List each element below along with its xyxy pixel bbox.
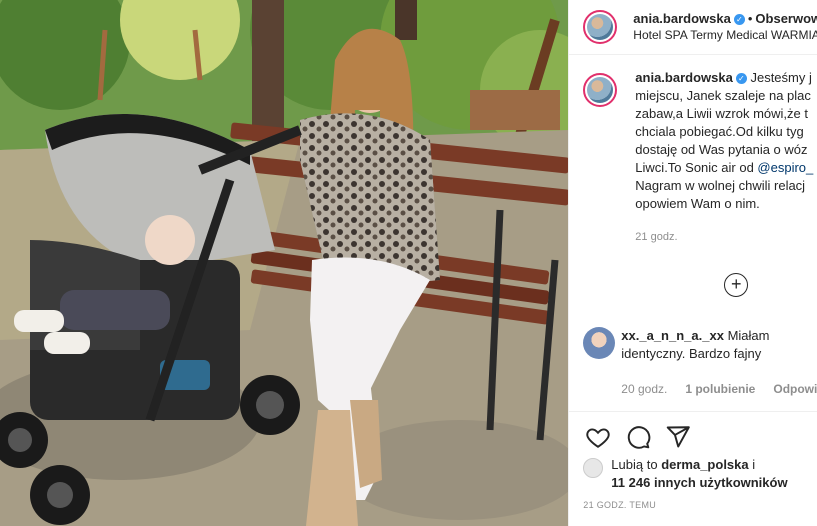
liker-avatar[interactable] bbox=[583, 458, 604, 478]
post-side-panel: ania.bardowska ✓ • Obserwow Hotel SPA Termy… bbox=[568, 0, 817, 526]
likes-prefix: Lubią to bbox=[611, 457, 658, 472]
caption-text: ania.bardowska ✓ Jesteśmy j miejscu, Jane… bbox=[635, 69, 817, 213]
comment-item: xx._a_n_n_a._xx Miałam identyczny. Bardz… bbox=[583, 327, 817, 396]
mention-link[interactable]: @espiro_ bbox=[757, 160, 813, 175]
post-header: ania.bardowska ✓ • Obserwow Hotel SPA Termy… bbox=[569, 0, 817, 55]
commenter-avatar[interactable] bbox=[583, 327, 616, 359]
comment-time[interactable]: 20 godz. bbox=[621, 382, 667, 396]
caption-username[interactable]: ania.bardowska bbox=[635, 70, 733, 85]
commenter-username[interactable]: xx._a_n_n_a._xx bbox=[621, 328, 724, 343]
caption-avatar[interactable] bbox=[583, 73, 618, 107]
likes-suffix: i bbox=[752, 457, 756, 472]
caption-time[interactable]: 21 godz. bbox=[635, 231, 817, 243]
caption-line-5: dostaję od Was pytania o wóz bbox=[635, 142, 808, 157]
caption-line-text: Liwci.To Sonic air od bbox=[635, 160, 758, 175]
verified-badge-icon: ✓ bbox=[733, 14, 745, 26]
plus-circle-icon[interactable]: + bbox=[724, 273, 749, 297]
post-image bbox=[0, 0, 569, 526]
caption-line-1: ania.bardowska ✓ Jesteśmy j bbox=[635, 69, 817, 87]
paper-plane-icon[interactable] bbox=[665, 424, 691, 450]
heart-icon[interactable] bbox=[585, 424, 611, 450]
likes-count[interactable]: 11 246 innych użytkowników bbox=[611, 475, 787, 490]
author-avatar[interactable] bbox=[583, 10, 618, 44]
caption-line-7: Nagram w wolnej chwili relacj bbox=[635, 178, 806, 193]
likes-text: Lubią to derma_polska i 11 246 innych uż… bbox=[611, 456, 787, 492]
comment-text-1: Miałam bbox=[727, 328, 770, 343]
post-date[interactable]: 21 GODZ. TEMU bbox=[583, 500, 656, 510]
comment-text-2: identyczny. Bardzo fajny bbox=[621, 346, 762, 361]
separator-dot: • bbox=[747, 11, 753, 26]
caption-line-8: opowiem Wam o nim. bbox=[635, 196, 760, 211]
follow-button[interactable]: Obserwow bbox=[755, 11, 817, 26]
caption: ania.bardowska ✓ Jesteśmy j miejscu, Jane… bbox=[569, 55, 817, 243]
author-username[interactable]: ania.bardowska bbox=[633, 11, 731, 26]
caption-line-4: chciala pobiegać.Od kilku tyg bbox=[635, 124, 804, 139]
post-photo[interactable] bbox=[0, 0, 569, 526]
action-bar bbox=[569, 411, 817, 462]
comment-icon[interactable] bbox=[625, 424, 651, 450]
comment-reply-button[interactable]: Odpowi bbox=[773, 382, 817, 396]
caption-line-3: zabaw,a Liwii wzrok mówi,że t bbox=[635, 106, 808, 121]
header-text: ania.bardowska ✓ • Obserwow Hotel SPA Termy… bbox=[633, 11, 817, 43]
comment-likes[interactable]: 1 polubienie bbox=[685, 382, 755, 396]
caption-line-2: miejscu, Janek szaleje na plac bbox=[635, 88, 811, 103]
likes-summary: Lubią to derma_polska i 11 246 innych uż… bbox=[583, 456, 788, 492]
comment-text: xx._a_n_n_a._xx Miałam identyczny. Bardz… bbox=[621, 327, 817, 363]
comment-meta: 20 godz. 1 polubienie Odpowi bbox=[621, 382, 817, 396]
caption-line-text: Jesteśmy j bbox=[750, 70, 812, 85]
caption-line-6: Liwci.To Sonic air od @espiro_ bbox=[635, 159, 817, 177]
liker-username[interactable]: derma_polska bbox=[661, 457, 748, 472]
verified-badge-icon: ✓ bbox=[735, 73, 747, 85]
location-link[interactable]: Hotel SPA Termy Medical WARMIA bbox=[633, 27, 817, 43]
